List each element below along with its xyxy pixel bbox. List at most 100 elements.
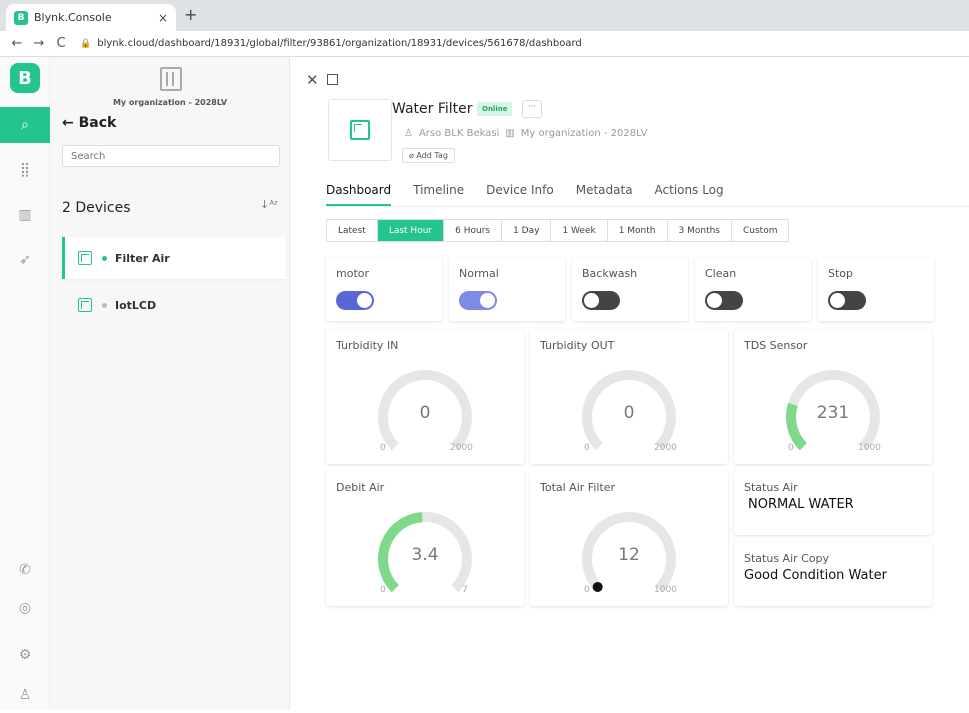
- sort-icon[interactable]: ↓ᴬᶻ: [260, 198, 278, 211]
- range-6-hours[interactable]: 6 Hours: [444, 220, 503, 241]
- range-3-months[interactable]: 3 Months: [668, 220, 732, 241]
- device-count: 2 Devices: [62, 200, 131, 216]
- gauge-dial: [582, 512, 676, 593]
- switch-label: motor: [336, 267, 370, 280]
- label-card: Status Air Copy Good Condition Water: [734, 542, 932, 606]
- switch-knob: [357, 293, 372, 308]
- tab-title: Blynk.Console: [34, 11, 112, 24]
- tab-actions-log[interactable]: Actions Log: [655, 183, 724, 206]
- back-button[interactable]: ← Back: [62, 115, 116, 131]
- back-arrow-icon[interactable]: ←: [8, 36, 26, 51]
- close-icon[interactable]: ✕: [306, 71, 319, 89]
- megaphone-icon[interactable]: ✆: [0, 552, 50, 588]
- status-badge: Online: [477, 102, 513, 116]
- device-name: IotLCD: [115, 298, 157, 312]
- panel-controls: ✕: [306, 71, 338, 89]
- backwash-switch[interactable]: [582, 291, 620, 310]
- cube-icon: [78, 251, 92, 265]
- device-list-item[interactable]: IotLCD: [62, 284, 286, 326]
- tab-device-info[interactable]: Device Info: [486, 183, 554, 206]
- grid-icon[interactable]: ⣿: [0, 152, 50, 188]
- expand-icon[interactable]: [326, 74, 338, 85]
- close-tab-icon[interactable]: ×: [158, 11, 168, 25]
- switch-knob: [480, 293, 495, 308]
- gauge-dial: [378, 370, 472, 451]
- range-custom[interactable]: Custom: [732, 220, 788, 241]
- device-dashboard: ✕ Water Filter Online ··· ♙ Arso BLK Bek…: [290, 57, 969, 710]
- online-dot-icon: [102, 255, 107, 261]
- gauge-max: 2000: [654, 443, 677, 453]
- blynk-favicon-icon: B: [14, 10, 28, 25]
- building-icon: [160, 67, 182, 91]
- switch-label: Clean: [705, 267, 737, 280]
- time-range-selector: Latest Last Hour 6 Hours 1 Day 1 Week 1 …: [326, 219, 790, 242]
- clean-switch[interactable]: [705, 291, 743, 310]
- url-field[interactable]: 🔒 blynk.cloud/dashboard/18931/global/filt…: [80, 38, 582, 49]
- building-icon: ▥: [505, 128, 515, 139]
- range-latest[interactable]: Latest: [327, 220, 378, 241]
- switch-knob: [707, 293, 722, 308]
- gauge-min: 0: [380, 585, 386, 595]
- dashboard-tabs: Dashboard Timeline Device Info Metadata …: [326, 183, 969, 207]
- blynk-logo-icon[interactable]: B: [10, 63, 40, 93]
- user-icon[interactable]: ♙: [0, 677, 50, 713]
- gauge-max: 1000: [654, 585, 677, 595]
- switch-label: Backwash: [582, 267, 638, 280]
- switch-label: Stop: [828, 267, 854, 280]
- forward-arrow-icon[interactable]: →: [30, 36, 48, 51]
- building-icon[interactable]: ▥: [0, 197, 50, 233]
- switch-card: motor: [326, 257, 442, 321]
- range-1-month[interactable]: 1 Month: [608, 220, 668, 241]
- add-tag-button[interactable]: ⌀ Add Tag: [402, 148, 455, 163]
- status-value: NORMAL WATER: [748, 497, 854, 512]
- tab-timeline[interactable]: Timeline: [413, 183, 464, 206]
- add-tag-label: Add Tag: [416, 151, 448, 160]
- tab-metadata[interactable]: Metadata: [576, 183, 633, 206]
- more-options-button[interactable]: ···: [522, 100, 542, 118]
- new-tab-button[interactable]: +: [184, 5, 197, 24]
- send-icon[interactable]: ➶: [0, 242, 50, 278]
- switch-knob: [584, 293, 599, 308]
- url-text: blynk.cloud/dashboard/18931/global/filte…: [97, 38, 582, 49]
- org-link[interactable]: My organization - 2028LV: [521, 128, 648, 139]
- device-image: [328, 99, 392, 161]
- switch-card: Normal: [449, 257, 565, 321]
- settings-icon[interactable]: ⚙: [0, 637, 50, 673]
- stop-switch[interactable]: [828, 291, 866, 310]
- motor-switch[interactable]: [336, 291, 374, 310]
- gauge-min: 0: [380, 443, 386, 453]
- normal-switch[interactable]: [459, 291, 497, 310]
- gauge-card: Debit Air 3.4 0 7: [326, 471, 524, 606]
- gauge-max: 1000: [858, 443, 881, 453]
- gauge-value: 0: [419, 403, 431, 423]
- address-bar: ← → C 🔒 blynk.cloud/dashboard/18931/globa…: [0, 31, 969, 57]
- help-icon[interactable]: ◎: [0, 590, 50, 626]
- gauge-max: 2000: [450, 443, 473, 453]
- label-card: Status Air NORMAL WATER: [734, 471, 932, 535]
- gauge-marker: [592, 581, 603, 592]
- gauge-value: 3.4: [411, 545, 439, 565]
- tab-dashboard[interactable]: Dashboard: [326, 183, 392, 206]
- status-value: Good Condition Water: [744, 568, 887, 583]
- device-list-item[interactable]: Filter Air: [62, 237, 286, 279]
- owner-name[interactable]: Arso BLK Bekasi: [419, 128, 499, 139]
- gauge-dial: [378, 512, 472, 593]
- device-meta: ♙ Arso BLK Bekasi ▥ My organization - 20…: [404, 128, 647, 139]
- range-1-day[interactable]: 1 Day: [502, 220, 552, 241]
- search-icon[interactable]: ⌕: [0, 107, 50, 143]
- search-input[interactable]: [62, 145, 280, 167]
- gauge-card: Total Air Filter 12 0 1000: [530, 471, 728, 606]
- label-title: Status Air Copy: [744, 552, 830, 565]
- browser-tab[interactable]: B Blynk.Console ×: [6, 4, 176, 31]
- switch-card: Backwash: [572, 257, 688, 321]
- range-1-week[interactable]: 1 Week: [551, 220, 608, 241]
- gauge-value: 231: [816, 403, 850, 423]
- switch-card: Clean: [695, 257, 811, 321]
- gauge-card: Turbidity OUT 0 0 2000: [530, 329, 728, 464]
- gauge-min: 0: [788, 443, 794, 453]
- switch-card: Stop: [818, 257, 934, 321]
- user-icon: ♙: [404, 128, 413, 139]
- gauge-dial: [582, 370, 676, 451]
- reload-icon[interactable]: C: [52, 36, 70, 51]
- range-last-hour[interactable]: Last Hour: [377, 220, 445, 241]
